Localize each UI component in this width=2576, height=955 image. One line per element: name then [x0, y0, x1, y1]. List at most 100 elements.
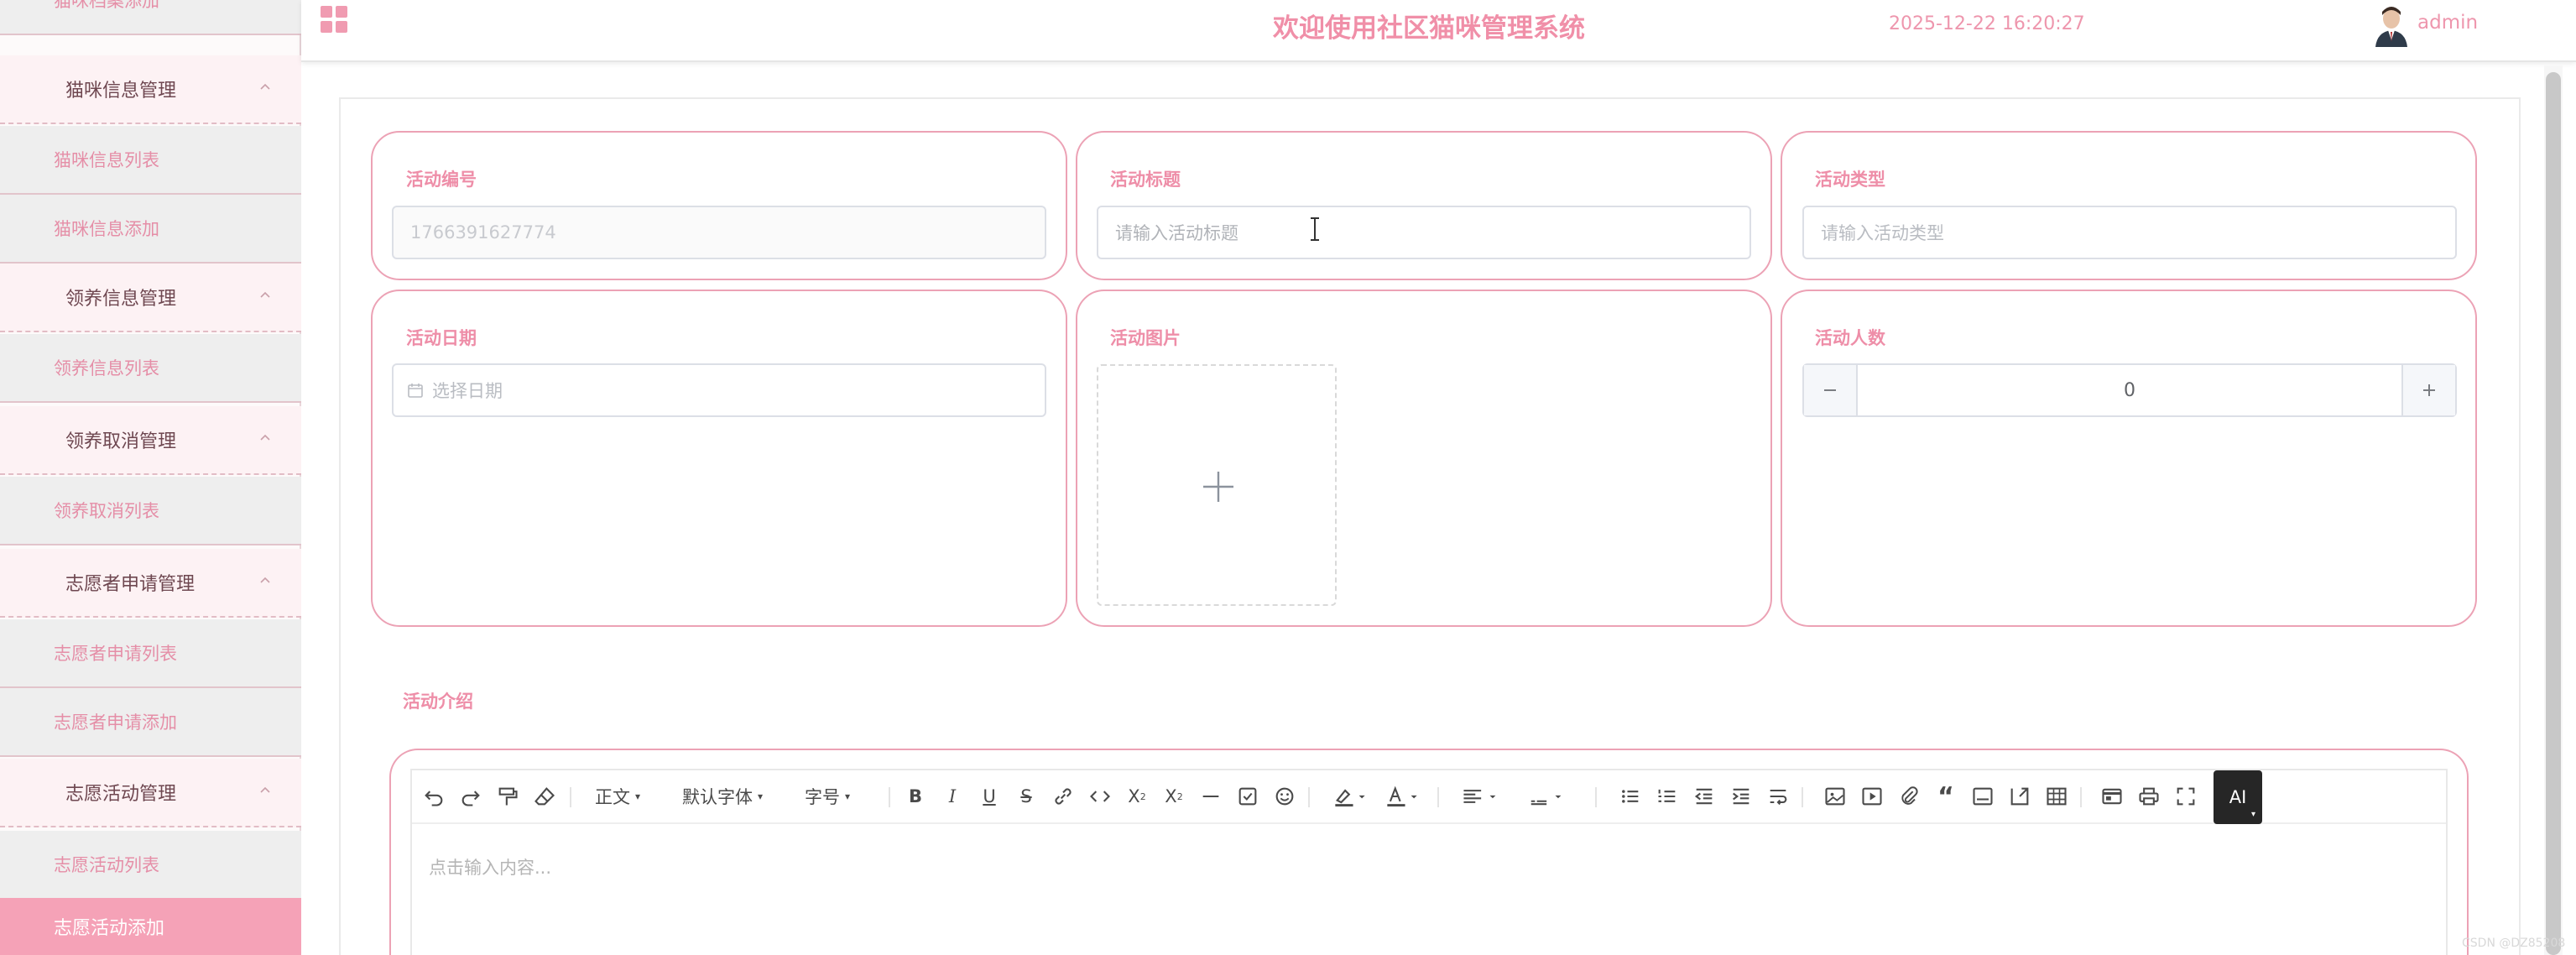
sidebar-item-label: 志愿者申请管理: [65, 574, 196, 595]
activity-date-label: 活动日期: [406, 328, 477, 348]
sidebar-item-label: 领养信息列表: [54, 358, 159, 378]
redo-icon[interactable]: [459, 782, 482, 811]
indent-icon[interactable]: [1729, 782, 1753, 811]
decrease-button[interactable]: [1804, 365, 1858, 415]
ai-assistant-button[interactable]: AI ▾: [2214, 770, 2262, 824]
activity-count-stepper: 0: [1802, 363, 2457, 417]
sidebar-item-label: 志愿者申请列表: [54, 644, 177, 664]
divider-line-icon[interactable]: [1199, 782, 1223, 811]
sidebar-item-label: 志愿活动管理: [65, 784, 177, 805]
scrollbar-thumb[interactable]: [2546, 72, 2561, 955]
editor-placeholder[interactable]: 点击输入内容...: [429, 854, 551, 879]
paragraph-dropdown-label: 正文: [595, 787, 630, 807]
sidebar-item-label: 猫咪信息列表: [54, 150, 159, 170]
activity-type-placeholder: 请输入活动类型: [1821, 223, 1944, 243]
toolbar-divider: [570, 787, 571, 807]
strikethrough-icon[interactable]: S: [1014, 782, 1038, 811]
toolbar-divider: [2080, 787, 2082, 807]
quote-icon[interactable]: “: [1934, 782, 1958, 811]
emoji-icon[interactable]: [1273, 782, 1296, 811]
video-icon[interactable]: [1860, 782, 1884, 811]
sidebar-item-label: 领养信息管理: [65, 289, 177, 310]
fullscreen-icon[interactable]: [2174, 782, 2198, 811]
toolbar-divider: [889, 787, 890, 807]
sidebar-item-cat-info-add[interactable]: 猫咪信息添加: [0, 195, 301, 264]
chevron-up-icon: [260, 291, 270, 298]
sidebar-item-adoption-cancel-list[interactable]: 领养取消列表: [0, 477, 301, 545]
italic-icon[interactable]: I: [941, 782, 964, 811]
code-icon[interactable]: [1088, 782, 1112, 811]
activity-type-input[interactable]: 请输入活动类型: [1802, 206, 2457, 259]
sidebar-group-adoption-cancel[interactable]: 领养取消管理: [0, 406, 301, 475]
avatar[interactable]: [2370, 3, 2412, 47]
superscript-icon[interactable]: X2: [1162, 782, 1186, 811]
sidebar-group-adoption-info[interactable]: 领养信息管理: [0, 264, 301, 332]
format-painter-icon[interactable]: [496, 782, 519, 811]
font-size-dropdown[interactable]: 字号 ▾: [805, 782, 850, 811]
template-icon[interactable]: [2100, 782, 2124, 811]
sidebar: 猫咪档案添加 猫咪信息管理 猫咪信息列表 猫咪信息添加 领养信息管理 领养信息列…: [0, 0, 301, 955]
activity-title-placeholder: 请输入活动标题: [1115, 223, 1238, 243]
numbered-list-icon[interactable]: [1656, 782, 1679, 811]
top-header: 欢迎使用社区猫咪管理系统 2025-12-22 16:20:27 admin: [301, 0, 2576, 62]
undo-icon[interactable]: [422, 782, 446, 811]
chevron-up-icon: [260, 577, 270, 583]
image-icon[interactable]: [1823, 782, 1847, 811]
app-title: 欢迎使用社区猫咪管理系统: [1273, 13, 1585, 44]
sidebar-item-cat-info-list[interactable]: 猫咪信息列表: [0, 126, 301, 195]
image-upload-area[interactable]: [1097, 364, 1337, 606]
sidebar-item-label: 猫咪信息管理: [65, 81, 177, 102]
paragraph-dropdown[interactable]: 正文 ▾: [595, 782, 640, 811]
header-username[interactable]: admin: [2417, 12, 2478, 34]
font-family-dropdown[interactable]: 默认字体 ▾: [682, 782, 763, 811]
sidebar-item-volunteer-activity-list[interactable]: 志愿活动列表: [0, 831, 301, 900]
sidebar-item-adoption-list[interactable]: 领养信息列表: [0, 334, 301, 403]
print-icon[interactable]: [2137, 782, 2161, 811]
clear-format-icon[interactable]: [533, 782, 556, 811]
activity-title-input[interactable]: 请输入活动标题: [1097, 206, 1751, 259]
activity-count-label: 活动人数: [1815, 328, 1885, 348]
sidebar-group-volunteer-apply[interactable]: 志愿者申请管理: [0, 549, 301, 618]
activity-no-label: 活动编号: [406, 170, 477, 190]
ai-button-label: AI: [2229, 787, 2247, 807]
activity-date-placeholder: 选择日期: [432, 381, 503, 401]
line-height-icon[interactable]: [1526, 782, 1565, 811]
insert-block-icon[interactable]: [2008, 782, 2031, 811]
todo-checkbox-icon[interactable]: [1236, 782, 1259, 811]
sidebar-group-volunteer-activity[interactable]: 志愿活动管理: [0, 759, 301, 827]
sidebar-group-cat-info[interactable]: 猫咪信息管理: [0, 55, 301, 124]
grid-menu-icon[interactable]: [320, 5, 348, 34]
chevron-up-icon: [260, 786, 270, 793]
increase-button[interactable]: [2401, 365, 2455, 415]
sidebar-item-volunteer-activity-add[interactable]: 志愿活动添加: [0, 898, 301, 955]
outdent-icon[interactable]: [1692, 782, 1716, 811]
sidebar-item-cat-archive-add[interactable]: 猫咪档案添加: [0, 0, 301, 35]
bold-icon[interactable]: B: [904, 782, 927, 811]
sidebar-item-label: 志愿者申请添加: [54, 712, 177, 733]
activity-count-value[interactable]: 0: [1858, 365, 2401, 415]
sidebar-item-volunteer-apply-add[interactable]: 志愿者申请添加: [0, 688, 301, 757]
rich-text-editor: 正文 ▾ 默认字体 ▾ 字号 ▾ B I U S X2 X2 “ AI ▾ 点击…: [410, 769, 2448, 955]
toolbar-divider: [1802, 787, 1803, 807]
table-icon[interactable]: [2045, 782, 2068, 811]
toolbar-divider: [1437, 787, 1439, 807]
text-wrap-icon[interactable]: [1766, 782, 1790, 811]
plus-icon: [1203, 472, 1233, 502]
highlight-color-icon[interactable]: [1333, 782, 1367, 811]
font-size-dropdown-label: 字号: [805, 787, 840, 807]
font-color-icon[interactable]: [1385, 782, 1419, 811]
text-cursor-icon: [1311, 217, 1319, 241]
align-icon[interactable]: [1461, 782, 1499, 811]
editor-toolbar: 正文 ▾ 默认字体 ▾ 字号 ▾ B I U S X2 X2 “ AI ▾: [412, 770, 2446, 824]
attachment-icon[interactable]: [1897, 782, 1921, 811]
underline-icon[interactable]: U: [978, 782, 1001, 811]
link-icon[interactable]: [1051, 782, 1075, 811]
activity-no-input: 1766391627774: [392, 206, 1046, 259]
font-family-dropdown-label: 默认字体: [682, 787, 753, 807]
bullet-list-icon[interactable]: [1619, 782, 1642, 811]
code-block-icon[interactable]: [1971, 782, 1995, 811]
plus-icon: [2423, 384, 2435, 396]
sidebar-item-volunteer-apply-list[interactable]: 志愿者申请列表: [0, 619, 301, 688]
subscript-icon[interactable]: X2: [1125, 782, 1149, 811]
activity-date-picker[interactable]: 选择日期: [392, 363, 1046, 417]
